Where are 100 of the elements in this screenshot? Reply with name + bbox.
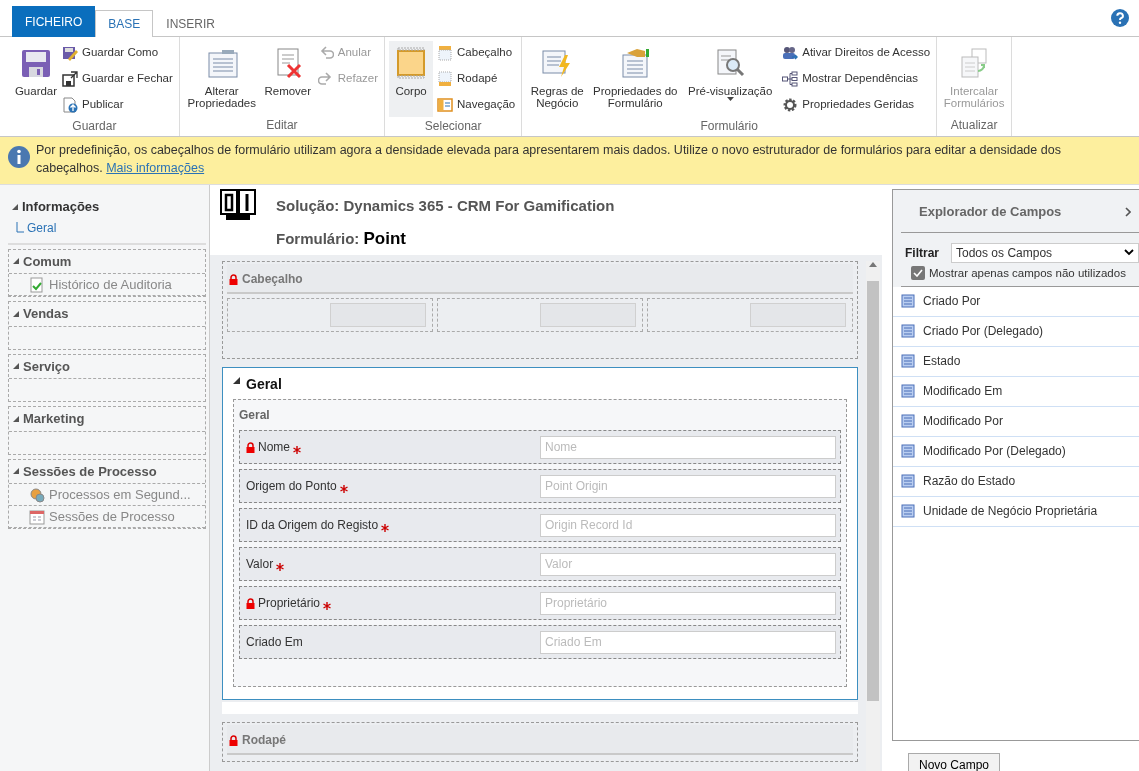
ribbon-button[interactable]: Guardar e Fechar [60,67,175,91]
ribbon-button[interactable]: Mostrar Dependências [780,67,933,91]
field-list-item[interactable]: Unidade de Negócio Proprietária [923,502,1098,521]
gears-icon [29,486,45,503]
ribbon-button[interactable]: Propriedades Geridas [780,93,933,117]
group-label: Selecionar [423,118,483,135]
ribbon-button[interactable]: Regras de Negócio [526,41,589,117]
new-field-button[interactable]: Novo Campo [908,753,1001,771]
nav-group-title: Sessões de Processo [23,462,157,481]
field-label: Criado Em [246,634,303,651]
field-icon [901,324,915,339]
group-label: Guardar [71,118,118,135]
caret-icon [726,97,734,102]
group-label: Formulário [699,118,759,135]
expander-icon[interactable] [13,415,19,422]
navigation-pane-icon [437,97,454,113]
field-list-item[interactable]: Criado Por (Delegado) [923,322,1044,341]
ribbon-button[interactable]: Pré-visualização [682,41,779,117]
notice-text: Por predefinição, os cabeçalhos de formulário utilizam agora a densidade elevada para apresentarem mais dados. Utilize o novo estruturador de formulários para editar a densidade dos cabeçalhos. Mais informações [36,142,1062,177]
field-icon [901,414,915,429]
chevron-down-icon [1124,249,1134,256]
field-icon [901,384,915,399]
field-label: Valor [246,556,274,573]
expander-icon[interactable] [13,468,19,475]
ribbon-button[interactable]: Ativar Direitos de Acesso [780,41,933,65]
form-hand-icon [619,47,652,79]
section-title: Geral [239,407,271,424]
nav-heading: Informações [22,198,100,216]
expander-icon[interactable] [12,203,18,210]
ribbon-button[interactable]: Guardar [14,41,58,117]
footer-section-icon [437,71,454,87]
nav-group-title: Serviço [23,357,70,376]
footer-section-title: Rodapé [242,732,286,749]
ribbon-button[interactable]: Alterar Propriedades [183,41,260,116]
calendar-icon [29,508,45,525]
checkbox[interactable] [911,266,925,281]
field-list-item[interactable]: Criado Por [923,292,981,311]
tree-line-icon [16,222,24,233]
input-field[interactable]: Criado Em [540,630,836,654]
expander-icon[interactable] [13,258,19,265]
ribbon-button[interactable]: Corpo [389,41,434,117]
ribbon-tab[interactable]: INSERIR [153,10,229,37]
header-field-slot[interactable] [330,303,426,327]
expander-icon[interactable] [13,363,19,370]
nav-link[interactable]: Geral [27,218,57,237]
audit-document-icon [29,276,45,293]
field-list-item[interactable]: Modificado Em [923,382,1003,401]
nav-group-title: Comum [23,252,72,271]
more-info-link[interactable]: Mais informações [106,160,205,175]
input-field[interactable]: Nome [540,435,836,459]
users-arrow-icon [782,45,799,61]
header-section-title: Cabeçalho [242,271,303,288]
form-icon [205,47,238,79]
field-list-item[interactable]: Modificado Por [923,412,1004,431]
nav-group-title: Marketing [23,410,85,428]
field-label: Origem do Ponto [246,478,337,495]
input-field[interactable]: Origin Record Id [540,513,836,537]
form-title: Formulário: Point [276,227,407,250]
help-icon [1111,9,1129,28]
input-field[interactable]: Point Origin [540,474,836,498]
gear-icon [782,97,799,113]
input-field[interactable]: Proprietário [540,591,836,615]
info-icon [8,146,30,168]
floppy-pencil-icon [62,45,78,61]
input-field[interactable]: Valor [540,552,836,576]
ribbon-button[interactable]: Publicar [60,93,175,117]
hierarchy-icon [782,71,799,87]
tab-title: Geral [246,375,282,394]
field-list-item[interactable]: Razão do Estado [923,472,1016,491]
filter-label: Filtrar [905,244,939,262]
field-icon [901,444,915,459]
scrollbar[interactable] [866,261,880,771]
solution-title: Solução: Dynamics 365 - CRM For Gamification [276,196,615,216]
ribbon-button[interactable]: Cabeçalho [435,41,518,65]
ribbon-button[interactable]: Rodapé [435,67,518,91]
group-label: Atualizar [949,117,999,134]
header-field-slot[interactable] [540,303,636,327]
filter-dropdown[interactable]: Todos os Campos [951,242,1139,263]
expander-icon[interactable] [233,377,240,384]
ribbon-button[interactable]: Propriedades do Formulário [590,41,681,117]
ribbon-tab[interactable]: BASE [95,10,154,37]
field-label: Proprietário [258,595,321,612]
field-label: ID da Origem do Registo [246,517,379,534]
field-list-item[interactable]: Estado [923,352,961,371]
checkbox-label: Mostrar apenas campos não utilizados [929,265,1126,281]
group-label: Editar [265,117,299,134]
header-field-slot[interactable] [750,303,846,327]
field-list-item[interactable]: Modificado Por (Delegado) [923,442,1066,461]
ribbon-button[interactable]: Remover [261,41,314,116]
expander-icon[interactable] [13,310,19,317]
file-tab[interactable]: FICHEIRO [12,6,96,37]
redo-icon [317,71,334,87]
field-icon [901,294,915,309]
ribbon-button[interactable]: Guardar Como [60,41,175,65]
panel-title: Explorador de Campos [919,203,1062,221]
scroll-up-icon[interactable] [869,261,877,267]
field-icon [901,354,915,369]
magnifier-document-icon [714,47,747,79]
ribbon-button[interactable]: Navegação [435,93,518,117]
chevron-right-icon [1125,206,1131,217]
